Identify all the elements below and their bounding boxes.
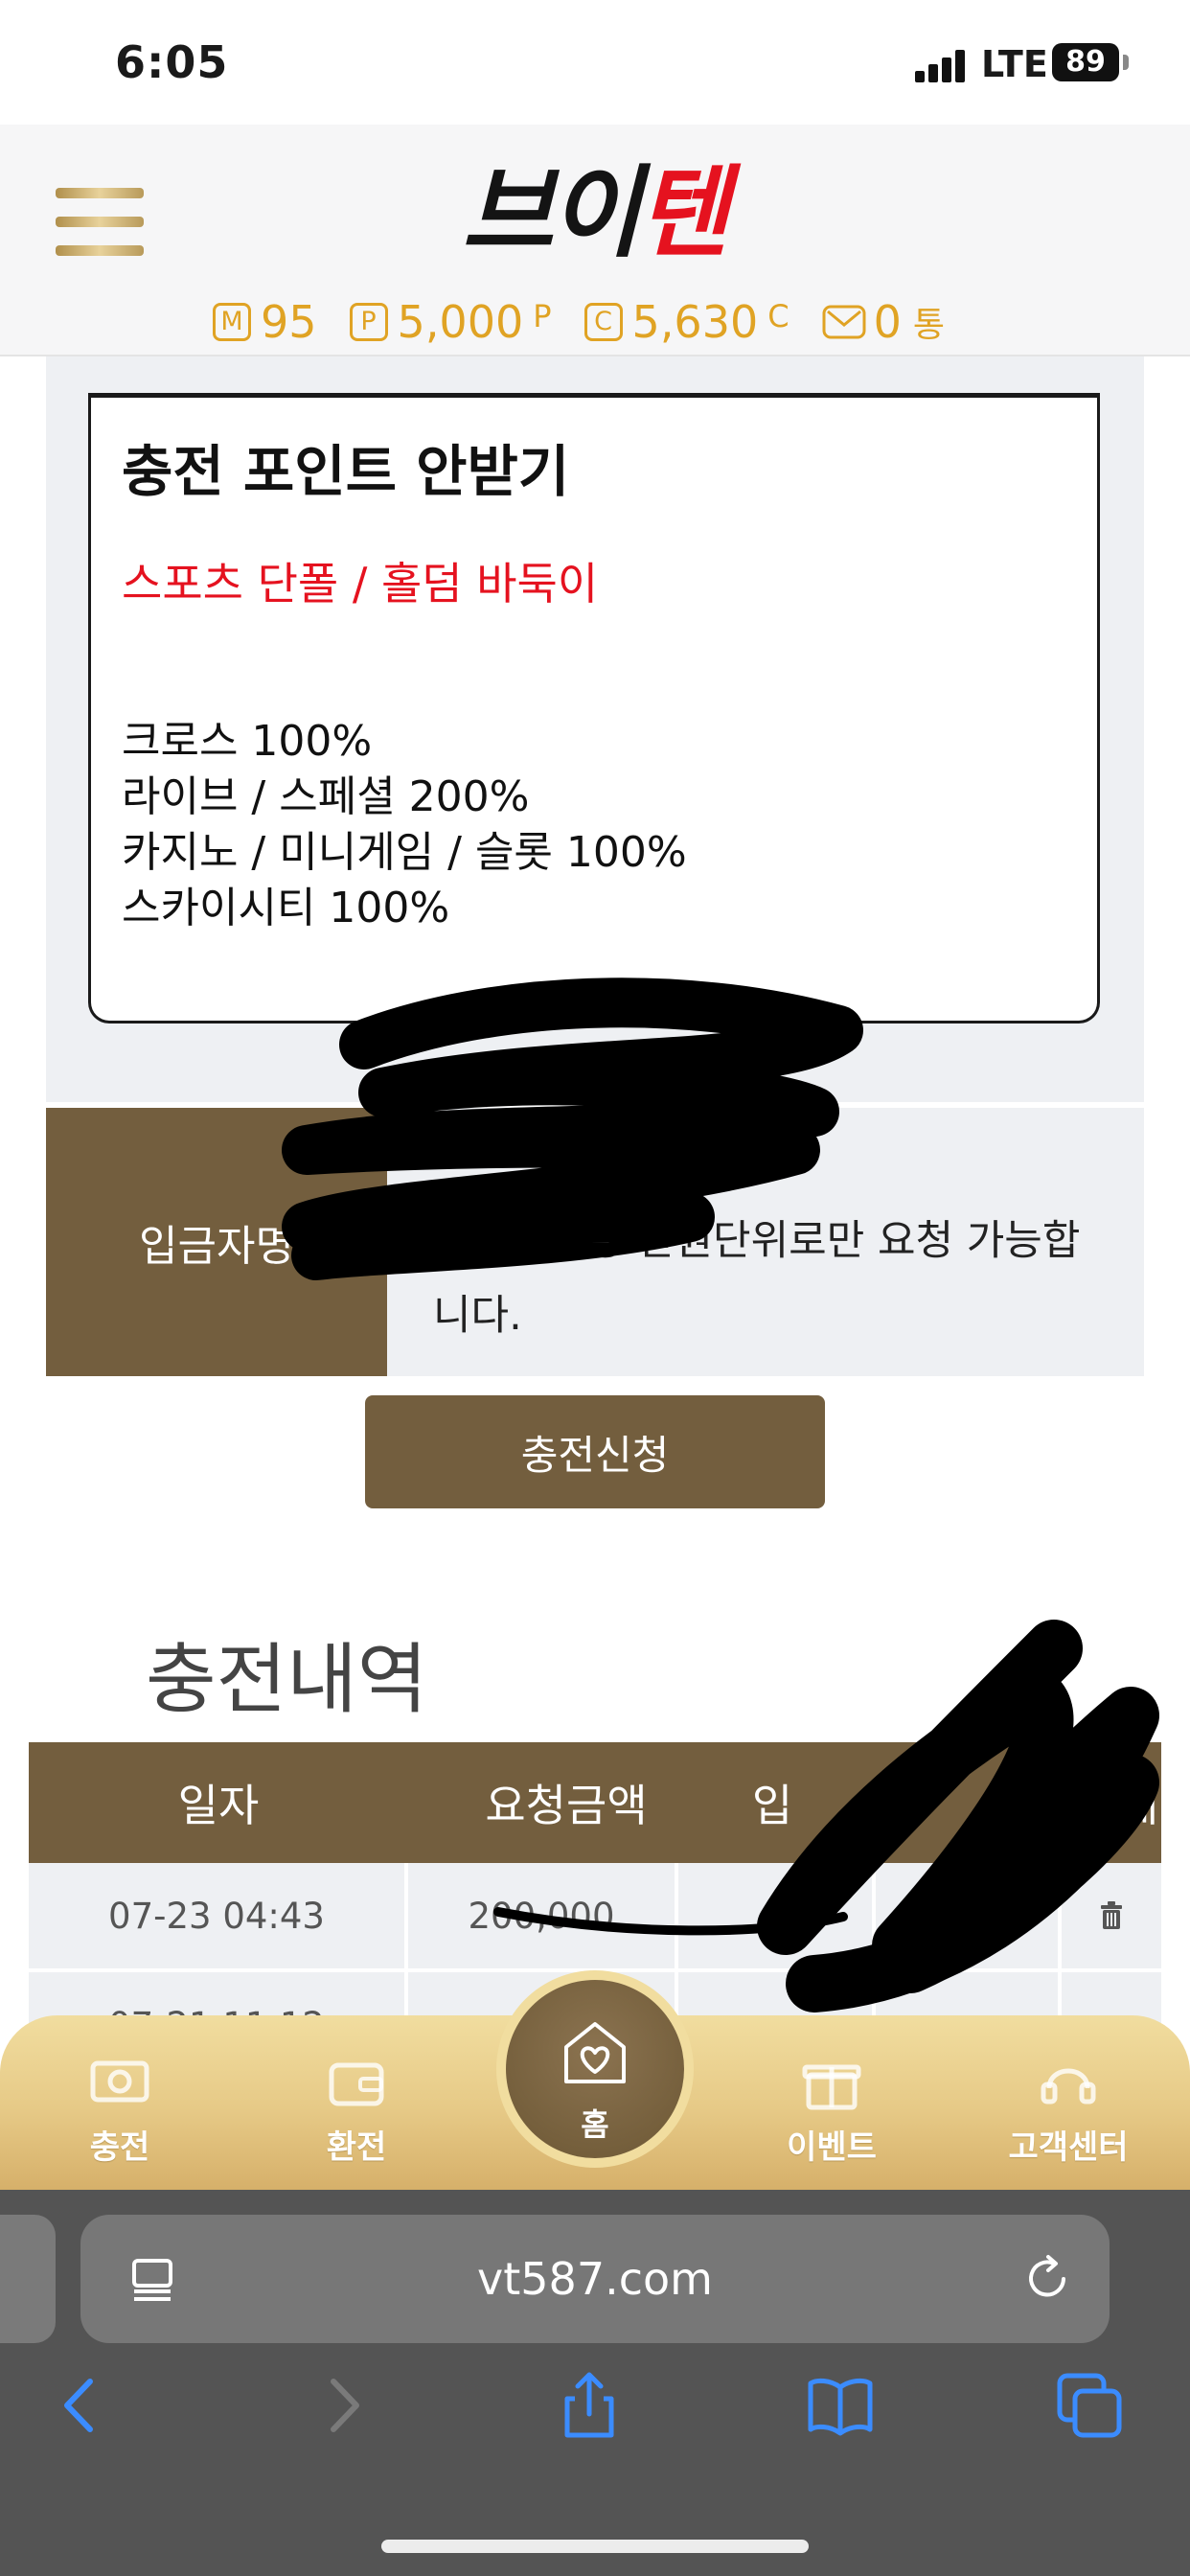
table-row: 07-23 04:43 200,000 bbox=[29, 1863, 1161, 1972]
url-text: vt587.com bbox=[477, 2253, 713, 2305]
tabs-icon[interactable] bbox=[1054, 2370, 1125, 2441]
previous-tab[interactable] bbox=[0, 2215, 56, 2343]
nav-label: 이벤트 bbox=[787, 2128, 877, 2167]
money-icon bbox=[90, 2060, 149, 2103]
balance-money[interactable]: M 95 bbox=[213, 296, 317, 348]
column-header-date: 일자 bbox=[177, 1780, 260, 1831]
column-header-status: 입 bbox=[751, 1780, 793, 1831]
depositor-notice: 1만원 이상 만원단위로만 요청 가능합니다. bbox=[433, 1217, 1081, 1340]
wallet-icon bbox=[329, 2062, 384, 2106]
nav-event[interactable]: 이벤트 bbox=[755, 2054, 908, 2178]
logo-text-main: 브이 bbox=[462, 154, 641, 271]
table-header: 일자 요청금액 입 삭제 bbox=[29, 1742, 1161, 1863]
notice-list: 크로스 100% 라이브 / 스페셜 200% 카지노 / 미니게임 / 슬롯 … bbox=[122, 714, 687, 936]
battery-icon: 89 bbox=[1052, 43, 1119, 81]
notice-title: 충전 포인트 안받기 bbox=[122, 439, 570, 504]
signal-icon bbox=[915, 50, 965, 82]
home-heart-icon bbox=[564, 2022, 626, 2083]
bookmarks-icon[interactable] bbox=[805, 2370, 876, 2441]
menu-icon[interactable] bbox=[56, 182, 144, 263]
reload-icon[interactable] bbox=[1021, 2253, 1073, 2305]
message-unit: 통 bbox=[912, 306, 945, 345]
headset-icon bbox=[1041, 2068, 1096, 2104]
trash-icon[interactable] bbox=[1098, 1901, 1125, 1930]
balance-messages[interactable]: 0 통 bbox=[822, 296, 945, 348]
balance-value: 5,000 bbox=[397, 296, 524, 348]
notice-card: 충전 포인트 안받기 스포츠 단폴 / 홀덤 바둑이 크로스 100% 라이브 … bbox=[88, 393, 1100, 1024]
notice-highlight: 스포츠 단폴 / 홀덤 바둑이 bbox=[122, 558, 599, 610]
site-logo[interactable]: 브이텐 bbox=[462, 163, 729, 263]
notice-line: 카지노 / 미니게임 / 슬롯 100% bbox=[122, 828, 687, 877]
money-m-icon: M bbox=[213, 303, 251, 341]
network-type: LTE bbox=[981, 43, 1048, 85]
column-header-delete: 삭제 bbox=[1077, 1780, 1159, 1831]
site-header: 브이텐 M 95 P 5,000 P C 5,630 C 0 통 bbox=[0, 125, 1190, 356]
column-header-amount: 요청금액 bbox=[485, 1780, 648, 1831]
notice-line: 라이브 / 스페셜 200% bbox=[122, 772, 530, 821]
depositor-label: 입금자명 bbox=[46, 1108, 387, 1376]
logo-text-accent: 텐 bbox=[637, 154, 729, 271]
balance-value: 5,630 bbox=[631, 296, 759, 348]
notice-line: 크로스 100% bbox=[122, 717, 373, 766]
address-bar[interactable]: vt587.com bbox=[80, 2215, 1110, 2343]
notice-line: 스카이시티 100% bbox=[122, 884, 450, 932]
charge-request-button[interactable]: 충전신청 bbox=[365, 1395, 825, 1508]
nav-label: 고객센터 bbox=[1008, 2128, 1129, 2167]
cell-status bbox=[678, 1863, 876, 1968]
balance-value: 95 bbox=[261, 296, 317, 348]
nav-label: 충전 bbox=[89, 2128, 150, 2167]
status-time: 6:05 bbox=[115, 36, 229, 88]
cell-date: 07-23 04:43 bbox=[29, 1863, 408, 1968]
cell-result bbox=[876, 1863, 1062, 1968]
depositor-row: 입금자명 1만원 이상 만원단위로만 요청 가능합니다. bbox=[46, 1108, 1144, 1376]
forward-icon[interactable] bbox=[305, 2370, 376, 2441]
battery-cap bbox=[1123, 55, 1129, 70]
nav-charge[interactable]: 충전 bbox=[43, 2054, 196, 2178]
delete-cell bbox=[1062, 1863, 1161, 1968]
cell-amount: 200,000 bbox=[408, 1863, 678, 1968]
nav-support[interactable]: 고객센터 bbox=[992, 2054, 1145, 2178]
history-title: 충전내역 bbox=[146, 1635, 428, 1724]
notice-section: 충전 포인트 안받기 스포츠 단폴 / 홀덤 바둑이 크로스 100% 라이브 … bbox=[46, 356, 1144, 1102]
coin-c-icon: C bbox=[584, 303, 623, 341]
gift-icon bbox=[802, 2064, 861, 2110]
home-indicator bbox=[381, 2540, 809, 2553]
balance-coin[interactable]: C 5,630 C bbox=[584, 296, 790, 348]
message-count: 0 bbox=[873, 296, 902, 348]
balance-unit: P bbox=[533, 298, 552, 334]
back-icon[interactable] bbox=[48, 2370, 119, 2441]
mail-icon bbox=[822, 305, 866, 339]
status-bar: 6:05 LTE 89 bbox=[0, 0, 1190, 125]
nav-exchange[interactable]: 환전 bbox=[280, 2054, 433, 2178]
balance-point[interactable]: P 5,000 P bbox=[349, 296, 552, 348]
browser-chrome: vt587.com bbox=[0, 2190, 1190, 2576]
nav-home[interactable]: 홈 bbox=[506, 1980, 684, 2158]
balance-bar: M 95 P 5,000 P C 5,630 C 0 통 bbox=[213, 295, 977, 349]
point-p-icon: P bbox=[349, 303, 388, 341]
nav-label: 환전 bbox=[326, 2128, 387, 2167]
nav-label: 홈 bbox=[581, 2106, 609, 2143]
share-icon[interactable] bbox=[554, 2370, 625, 2441]
balance-unit: C bbox=[767, 298, 790, 334]
